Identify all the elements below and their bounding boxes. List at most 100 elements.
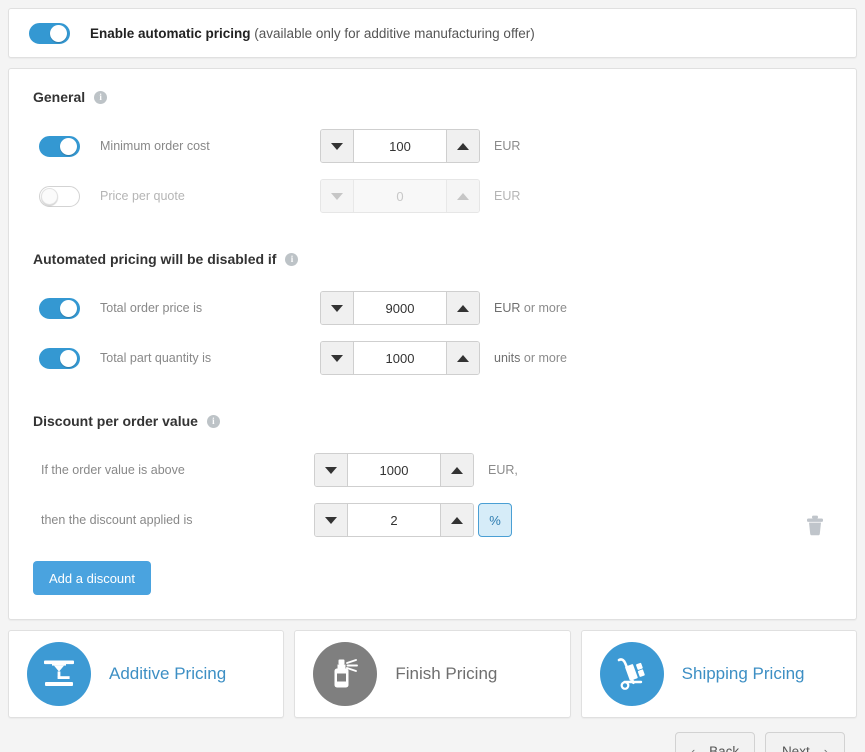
row-total-order-price: Total order price is 9000 EUR or more xyxy=(33,283,832,333)
minimum-order-cost-label: Minimum order cost xyxy=(100,139,320,153)
row-price-per-quote: Price per quote 0 EUR xyxy=(33,171,832,221)
spinner-decrement-button[interactable] xyxy=(321,292,354,324)
total-order-price-input[interactable]: 9000 xyxy=(354,292,446,324)
spray-can-icon xyxy=(325,654,365,694)
info-icon[interactable]: i xyxy=(207,415,220,428)
minimum-order-cost-input[interactable]: 100 xyxy=(354,130,446,162)
toggle-knob xyxy=(60,350,77,367)
toggle-knob xyxy=(60,138,77,155)
row-minimum-order-cost: Minimum order cost 100 EUR xyxy=(33,121,832,171)
discount-section-title: Discount per order value i xyxy=(33,413,832,429)
minimum-order-cost-toggle[interactable] xyxy=(39,136,80,157)
chevron-up-icon xyxy=(457,143,469,150)
wizard-navigation: ‹ Back Next › xyxy=(8,732,857,752)
spinner-decrement-button[interactable] xyxy=(315,504,348,536)
pricing-settings-card: General i Minimum order cost 100 EUR Pri… xyxy=(8,68,857,620)
price-per-quote-unit: EUR xyxy=(494,189,520,203)
back-button-label: Back xyxy=(709,744,739,752)
enable-automatic-pricing-label: Enable automatic pricing (available only… xyxy=(90,26,535,41)
price-per-quote-toggle[interactable] xyxy=(39,186,80,207)
order-value-above-unit: EUR, xyxy=(488,463,518,477)
pricing-links-row: Additive Pricing Finish Pricing xyxy=(8,630,857,718)
discount-applied-label: then the discount applied is xyxy=(41,513,314,527)
unit-suffix: or more xyxy=(520,351,567,365)
unit-currency: EUR xyxy=(494,301,520,315)
chevron-down-icon xyxy=(331,143,343,150)
chevron-down-icon xyxy=(331,193,343,200)
spinner-increment-button[interactable] xyxy=(446,342,479,374)
chevron-up-icon xyxy=(457,355,469,362)
total-order-price-spinner[interactable]: 9000 xyxy=(320,291,480,325)
add-discount-button[interactable]: Add a discount xyxy=(33,561,151,595)
price-per-quote-input: 0 xyxy=(354,180,446,212)
minimum-order-cost-spinner[interactable]: 100 xyxy=(320,129,480,163)
spinner-decrement-button[interactable] xyxy=(321,130,354,162)
printer-3d-icon xyxy=(39,654,79,694)
enable-automatic-pricing-bar: Enable automatic pricing (available only… xyxy=(8,8,857,58)
total-order-price-unit: EUR or more xyxy=(494,301,567,315)
enable-label-strong: Enable automatic pricing xyxy=(90,26,251,41)
chevron-down-icon xyxy=(331,355,343,362)
row-discount-applied: then the discount applied is 2 % xyxy=(33,495,832,545)
chevron-left-icon: ‹ xyxy=(691,744,695,752)
order-value-above-input[interactable]: 1000 xyxy=(348,454,440,486)
spinner-increment-button xyxy=(446,180,479,212)
total-part-quantity-unit: units or more xyxy=(494,351,567,365)
minimum-order-cost-unit: EUR xyxy=(494,139,520,153)
toggle-knob xyxy=(41,188,58,205)
total-part-quantity-toggle[interactable] xyxy=(39,348,80,369)
total-part-quantity-label: Total part quantity is xyxy=(100,351,320,365)
pricing-settings-page: Enable automatic pricing (available only… xyxy=(0,0,865,752)
chevron-down-icon xyxy=(325,467,337,474)
price-per-quote-label: Price per quote xyxy=(100,189,320,203)
shipping-pricing-card[interactable]: Shipping Pricing xyxy=(581,630,857,718)
chevron-up-icon xyxy=(457,193,469,200)
delete-discount-button[interactable] xyxy=(802,513,828,539)
info-icon[interactable]: i xyxy=(285,253,298,266)
spinner-increment-button[interactable] xyxy=(446,292,479,324)
chevron-up-icon xyxy=(451,467,463,474)
general-title-text: General xyxy=(33,89,85,105)
price-per-quote-spinner: 0 xyxy=(320,179,480,213)
unit-suffix: or more xyxy=(520,301,567,315)
spinner-decrement-button xyxy=(321,180,354,212)
general-section-title: General i xyxy=(33,89,832,105)
finish-pricing-card[interactable]: Finish Pricing xyxy=(294,630,570,718)
row-total-part-quantity: Total part quantity is 1000 units or mor… xyxy=(33,333,832,383)
chevron-up-icon xyxy=(457,305,469,312)
spinner-increment-button[interactable] xyxy=(440,504,473,536)
order-value-above-label: If the order value is above xyxy=(41,463,314,477)
total-order-price-label: Total order price is xyxy=(100,301,320,315)
enable-automatic-pricing-toggle[interactable] xyxy=(29,23,70,44)
disable-rules-title-text: Automated pricing will be disabled if xyxy=(33,251,276,267)
spinner-increment-button[interactable] xyxy=(446,130,479,162)
hand-truck-icon xyxy=(612,654,652,694)
additive-pricing-card[interactable]: Additive Pricing xyxy=(8,630,284,718)
total-part-quantity-input[interactable]: 1000 xyxy=(354,342,446,374)
discount-applied-spinner[interactable]: 2 xyxy=(314,503,474,537)
chevron-up-icon xyxy=(451,517,463,524)
back-button[interactable]: ‹ Back xyxy=(675,732,755,752)
unit-currency: units xyxy=(494,351,520,365)
total-order-price-toggle[interactable] xyxy=(39,298,80,319)
spinner-increment-button[interactable] xyxy=(440,454,473,486)
chevron-down-icon xyxy=(325,517,337,524)
next-button[interactable]: Next › xyxy=(765,732,845,752)
discount-applied-input[interactable]: 2 xyxy=(348,504,440,536)
disable-rules-section-title: Automated pricing will be disabled if i xyxy=(33,251,832,267)
additive-pricing-icon-circle xyxy=(27,642,91,706)
shipping-pricing-icon-circle xyxy=(600,642,664,706)
percent-unit-button[interactable]: % xyxy=(478,503,512,537)
info-icon[interactable]: i xyxy=(94,91,107,104)
enable-label-muted: (available only for additive manufacturi… xyxy=(254,26,534,41)
additive-pricing-label: Additive Pricing xyxy=(109,664,226,684)
total-part-quantity-spinner[interactable]: 1000 xyxy=(320,341,480,375)
order-value-above-spinner[interactable]: 1000 xyxy=(314,453,474,487)
row-order-value-above: If the order value is above 1000 EUR, xyxy=(33,445,832,495)
finish-pricing-label: Finish Pricing xyxy=(395,664,497,684)
shipping-pricing-label: Shipping Pricing xyxy=(682,664,805,684)
trash-icon xyxy=(802,513,828,539)
spinner-decrement-button[interactable] xyxy=(315,454,348,486)
toggle-knob xyxy=(60,300,77,317)
spinner-decrement-button[interactable] xyxy=(321,342,354,374)
